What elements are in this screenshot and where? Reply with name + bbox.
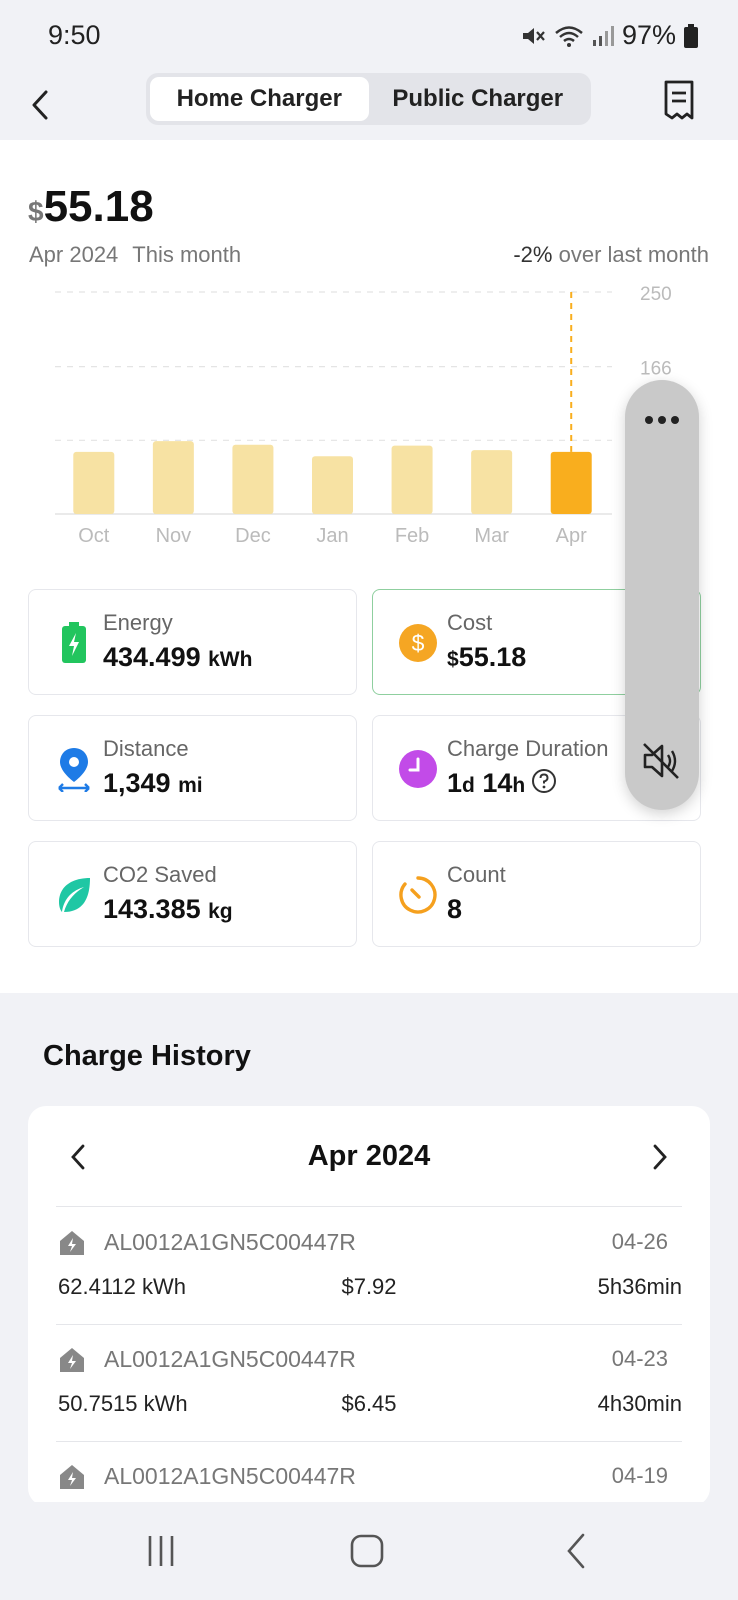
chart-bar bbox=[391, 445, 433, 514]
currency-symbol: $ bbox=[28, 196, 44, 227]
record-date: 04-26 bbox=[611, 1229, 668, 1254]
location-pin-icon bbox=[51, 746, 97, 792]
change-percent: -2% bbox=[513, 242, 553, 267]
stat-label: Energy bbox=[103, 610, 173, 635]
help-icon[interactable] bbox=[531, 768, 557, 801]
change-suffix: over last month bbox=[558, 242, 709, 267]
x-tick-label: Oct bbox=[78, 525, 110, 547]
chart-bar bbox=[73, 451, 115, 514]
total-cost: $55.18 bbox=[28, 182, 154, 232]
receipt-button[interactable] bbox=[658, 76, 700, 124]
status-bar: 9:50 97% bbox=[0, 0, 738, 70]
stat-value: 1,349 mi bbox=[103, 768, 203, 798]
total-amount: 55.18 bbox=[43, 182, 154, 231]
floating-sound-panel[interactable] bbox=[625, 380, 699, 810]
period-text: This month bbox=[132, 242, 242, 267]
record-date: 04-19 bbox=[611, 1463, 668, 1488]
record-duration: 5h36min bbox=[597, 1274, 682, 1299]
charge-record[interactable]: AL0012A1GN5C00447R 04-26 62.4112 kWh $7.… bbox=[28, 1207, 710, 1324]
month-navigator: Apr 2024 bbox=[28, 1106, 710, 1206]
battery-percent: 97% bbox=[621, 20, 676, 50]
system-nav-bar bbox=[0, 1502, 738, 1600]
volume-mute-icon[interactable] bbox=[625, 736, 699, 786]
more-icon[interactable] bbox=[625, 400, 699, 440]
receipt-icon bbox=[664, 80, 694, 120]
next-month-button[interactable] bbox=[640, 1132, 680, 1182]
chart-bar bbox=[550, 451, 592, 514]
stat-value: 1d 14h bbox=[447, 768, 557, 801]
chevron-left-icon bbox=[32, 90, 48, 120]
home-charger-icon bbox=[60, 1465, 84, 1489]
chart-bar bbox=[232, 444, 274, 514]
stat-label: CO2 Saved bbox=[103, 862, 217, 887]
y-tick-label: 166 bbox=[640, 359, 672, 380]
stat-label: Charge Duration bbox=[447, 736, 609, 761]
status-time: 9:50 bbox=[48, 20, 101, 50]
stat-label: Count bbox=[447, 862, 506, 887]
home-charger-icon bbox=[60, 1348, 84, 1372]
record-duration: 4h30min bbox=[597, 1391, 682, 1416]
battery-icon bbox=[684, 23, 698, 48]
x-tick-label: Jan bbox=[316, 525, 348, 547]
signal-icon bbox=[592, 25, 614, 47]
svg-text:$: $ bbox=[412, 630, 425, 656]
charger-type-toggle: Home Charger Public Charger bbox=[146, 73, 591, 125]
header: Home Charger Public Charger bbox=[0, 70, 738, 140]
x-tick-label: Nov bbox=[156, 525, 192, 547]
dollar-coin-icon: $ bbox=[395, 620, 441, 666]
wifi-icon bbox=[554, 24, 584, 48]
back-button[interactable] bbox=[18, 80, 62, 130]
charge-record[interactable]: AL0012A1GN5C00447R 04-23 50.7515 kWh $6.… bbox=[28, 1324, 710, 1441]
charge-history-title: Charge History bbox=[43, 1040, 251, 1072]
charger-id: AL0012A1GN5C00447R bbox=[104, 1229, 356, 1255]
x-tick-label: Feb bbox=[395, 525, 429, 547]
x-tick-label: Apr bbox=[556, 525, 587, 547]
chart-bar bbox=[312, 456, 353, 514]
tab-home-charger[interactable]: Home Charger bbox=[150, 77, 369, 121]
mute-icon bbox=[520, 24, 546, 48]
charge-record[interactable]: AL0012A1GN5C00447R 04-19 bbox=[28, 1441, 710, 1506]
period-label: Apr 2024 This month bbox=[29, 242, 255, 268]
charger-id: AL0012A1GN5C00447R bbox=[104, 1463, 356, 1489]
stat-value: $55.18 bbox=[447, 642, 527, 672]
chart-bar bbox=[471, 450, 513, 514]
change-vs-last-month: -2% over last month bbox=[513, 242, 709, 268]
stat-value: 434.499 kWh bbox=[103, 642, 253, 672]
charger-id: AL0012A1GN5C00447R bbox=[104, 1346, 356, 1372]
charge-history-card: Apr 2024 AL0012A1GN5C00447R 04-26 62.411… bbox=[28, 1106, 710, 1506]
history-month: Apr 2024 bbox=[307, 1140, 431, 1172]
stat-label: Distance bbox=[103, 736, 189, 761]
home-charger-icon bbox=[60, 1231, 84, 1255]
period-month: Apr 2024 bbox=[29, 242, 119, 267]
leaf-icon bbox=[51, 872, 97, 918]
home-icon[interactable] bbox=[337, 1528, 397, 1574]
chart-bar bbox=[152, 441, 194, 514]
timer-icon bbox=[395, 872, 441, 918]
clock-icon bbox=[395, 746, 441, 792]
stat-value: 8 bbox=[447, 894, 463, 924]
stat-distance[interactable]: Distance 1,349 mi bbox=[28, 715, 357, 821]
battery-charging-icon bbox=[51, 620, 97, 666]
stat-value: 143.385 kg bbox=[103, 894, 233, 924]
stat-co2-saved[interactable]: CO2 Saved 143.385 kg bbox=[28, 841, 357, 947]
recents-icon[interactable] bbox=[131, 1528, 191, 1574]
chevron-right-icon bbox=[653, 1144, 667, 1170]
tab-public-charger[interactable]: Public Charger bbox=[369, 77, 588, 121]
stat-count[interactable]: Count 8 bbox=[372, 841, 701, 947]
stat-label: Cost bbox=[447, 610, 493, 635]
record-date: 04-23 bbox=[611, 1346, 668, 1371]
y-tick-label: 250 bbox=[640, 284, 672, 305]
stat-energy[interactable]: Energy 434.499 kWh bbox=[28, 589, 357, 695]
x-tick-label: Mar bbox=[474, 525, 509, 547]
x-tick-label: Dec bbox=[235, 525, 271, 547]
back-icon[interactable] bbox=[546, 1528, 606, 1574]
